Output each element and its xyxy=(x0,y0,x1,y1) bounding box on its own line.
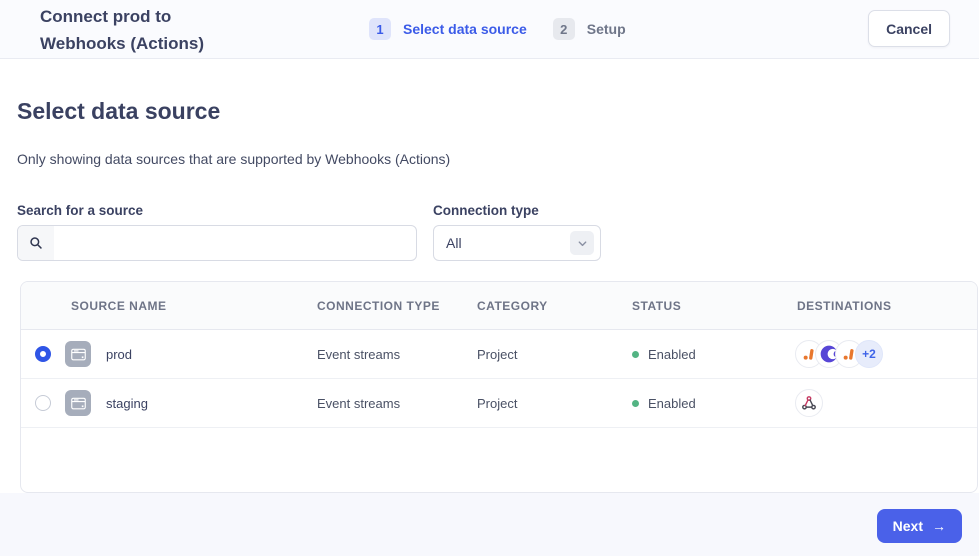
status-cell: Enabled xyxy=(626,396,791,411)
connect-source-modal: Connect prod to Webhooks (Actions) 1 Sel… xyxy=(0,0,979,556)
arrow-right-icon: → xyxy=(932,518,946,534)
table-row-prod[interactable]: prod Event streams Project Enabled +2 xyxy=(21,330,977,379)
status-dot xyxy=(632,399,639,407)
step-setup: 2 Setup xyxy=(552,18,626,40)
column-destinations: DESTINATIONS xyxy=(797,298,892,313)
page-title: Select data source xyxy=(17,98,221,124)
destinations-more-badge: +2 xyxy=(855,340,883,368)
step-number-badge: 2 xyxy=(552,18,575,40)
connection-type-value: All xyxy=(446,235,462,251)
category-cell: Project xyxy=(477,395,518,411)
browser-source-icon xyxy=(65,341,91,367)
table-header-row: SOURCE NAME CONNECTION TYPE CATEGORY STA… xyxy=(21,282,977,330)
search-icon xyxy=(18,226,54,260)
webhook-icon xyxy=(795,389,823,417)
source-name: staging xyxy=(106,395,148,411)
table-row-staging[interactable]: staging Event streams Project Enabled xyxy=(21,379,977,428)
status-text: Enabled xyxy=(648,395,696,411)
step-select-data-source: 1 Select data source xyxy=(369,18,527,40)
connection-type-label: Connection type xyxy=(433,203,539,218)
column-connection-type: CONNECTION TYPE xyxy=(317,298,440,313)
stepper: 1 Select data source 2 Setup xyxy=(369,0,626,58)
browser-source-icon xyxy=(65,390,91,416)
page-subtitle: Only showing data sources that are suppo… xyxy=(17,151,451,167)
column-category: CATEGORY xyxy=(477,298,548,313)
cancel-button[interactable]: Cancel xyxy=(868,10,950,47)
radio-button-prod[interactable] xyxy=(35,346,51,362)
step-label: Select data source xyxy=(403,21,527,37)
step-number-badge: 1 xyxy=(369,18,391,40)
search-label: Search for a source xyxy=(17,203,144,218)
next-label: Next xyxy=(892,518,923,534)
wizard-footer: Next → xyxy=(0,493,979,556)
next-button[interactable]: Next → xyxy=(876,509,962,543)
status-cell: Enabled xyxy=(626,347,791,362)
wizard-header: Connect prod to Webhooks (Actions) 1 Sel… xyxy=(0,0,979,59)
destinations-cell xyxy=(791,389,977,417)
search-box xyxy=(17,225,417,261)
wizard-title: Connect prod to Webhooks (Actions) xyxy=(40,7,205,53)
column-source-name: SOURCE NAME xyxy=(71,298,167,313)
category-cell: Project xyxy=(477,346,518,362)
destinations-cell: +2 xyxy=(791,340,977,368)
search-input[interactable] xyxy=(54,226,416,260)
connection-type-cell: Event streams xyxy=(317,346,401,362)
source-name: prod xyxy=(106,346,133,362)
connection-type-select[interactable]: All xyxy=(433,225,601,261)
column-status: STATUS xyxy=(632,298,682,313)
step-label: Setup xyxy=(586,21,626,37)
connection-type-cell: Event streams xyxy=(317,395,401,411)
chevron-down-icon xyxy=(570,231,594,255)
radio-button-staging[interactable] xyxy=(35,395,51,411)
status-dot xyxy=(632,350,639,358)
sources-table: SOURCE NAME CONNECTION TYPE CATEGORY STA… xyxy=(20,281,978,493)
status-text: Enabled xyxy=(648,346,696,362)
